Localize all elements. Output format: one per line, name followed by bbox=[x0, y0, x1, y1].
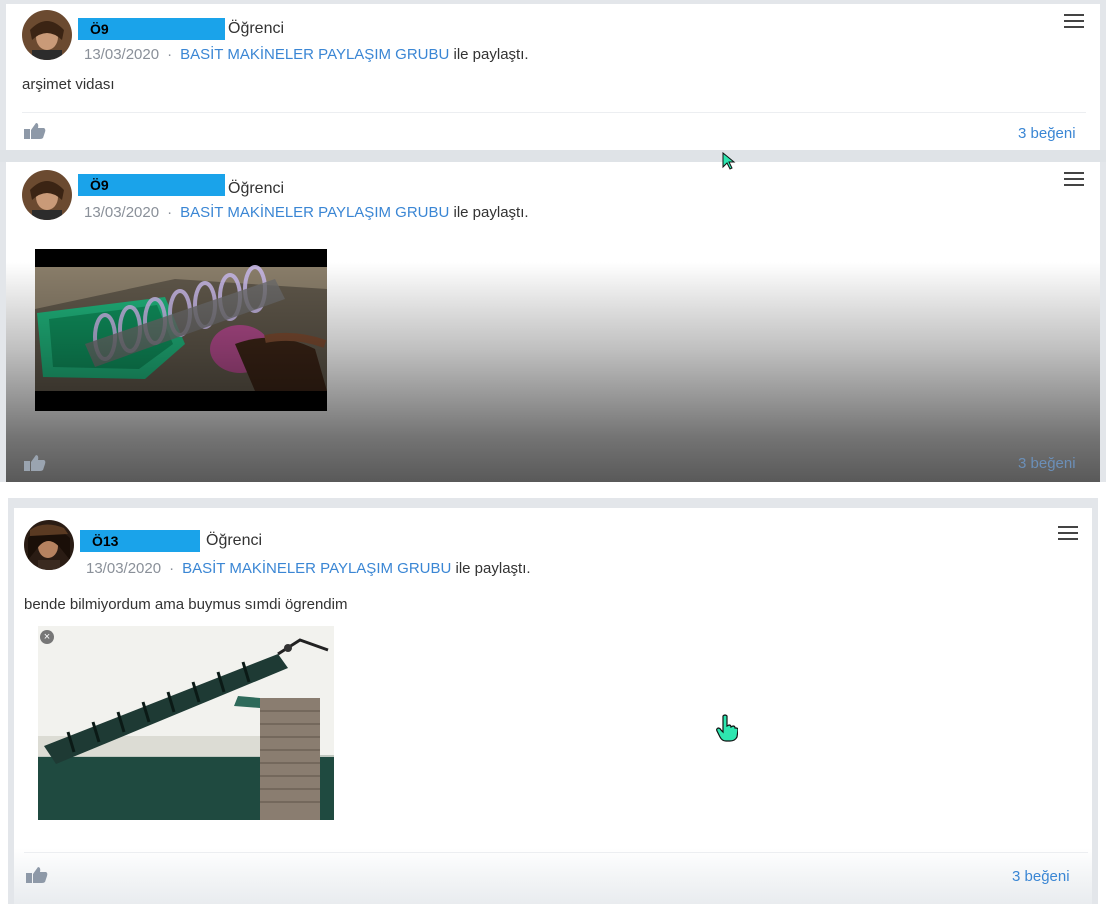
hand-pointer-icon bbox=[716, 714, 739, 747]
group-link[interactable]: BASİT MAKİNELER PAYLAŞIM GRUBU bbox=[180, 46, 449, 63]
hamburger-menu-icon[interactable] bbox=[1064, 14, 1084, 28]
post-date: 13/03/2020 bbox=[84, 46, 160, 63]
post-date: 13/03/2020 bbox=[86, 560, 162, 577]
author-role: Öğrenci bbox=[206, 532, 263, 549]
likes-count[interactable]: 3 beğeni bbox=[1018, 125, 1076, 142]
thumbs-up-icon[interactable] bbox=[24, 122, 46, 140]
post-separator bbox=[0, 150, 1106, 162]
post-meta: 13/03/2020 · BASİT MAKİNELER PAYLAŞIM GRUB… bbox=[84, 204, 529, 221]
close-icon[interactable]: × bbox=[40, 630, 54, 644]
author-role: Öğrenci bbox=[228, 180, 285, 197]
likes-count[interactable]: 3 beğeni bbox=[1012, 868, 1070, 885]
post-text: arşimet vidası bbox=[22, 76, 115, 93]
post-date: 13/03/2020 bbox=[84, 204, 160, 221]
mouse-pointer-icon bbox=[722, 151, 736, 175]
post-card: Ö9 Öğrenci 13/03/2020 · BASİT MAKİNELER PA… bbox=[0, 4, 1106, 150]
author-name[interactable]: Ö13 bbox=[80, 530, 200, 552]
archimedes-screw-illustration[interactable] bbox=[38, 626, 334, 820]
author-name[interactable]: Ö9 bbox=[78, 174, 225, 196]
thumbs-up-icon[interactable] bbox=[24, 454, 46, 472]
meta-separator: · bbox=[167, 46, 173, 63]
section-gap bbox=[0, 482, 1106, 498]
thumbs-up-icon[interactable] bbox=[26, 866, 48, 884]
post-meta: 13/03/2020 · BASİT MAKİNELER PAYLAŞIM GRUB… bbox=[84, 46, 529, 63]
avatar[interactable] bbox=[24, 520, 74, 570]
share-action: ile paylaştı. bbox=[453, 46, 529, 63]
hamburger-menu-icon[interactable] bbox=[1058, 526, 1078, 540]
divider bbox=[22, 112, 1086, 113]
post-text: bende bilmiyordum ama buymus sımdi ögren… bbox=[24, 596, 348, 613]
footer-background bbox=[14, 848, 1092, 904]
avatar[interactable] bbox=[22, 170, 72, 220]
author-name[interactable]: Ö9 bbox=[78, 18, 225, 40]
author-role: Öğrenci bbox=[228, 20, 285, 37]
share-action: ile paylaştı. bbox=[453, 204, 529, 221]
meta-separator: · bbox=[167, 204, 173, 221]
hamburger-menu-icon[interactable] bbox=[1064, 172, 1084, 186]
group-link[interactable]: BASİT MAKİNELER PAYLAŞIM GRUBU bbox=[182, 560, 451, 577]
video-thumbnail[interactable] bbox=[35, 249, 327, 411]
post-meta: 13/03/2020 · BASİT MAKİNELER PAYLAŞIM GRUB… bbox=[86, 560, 531, 577]
post-card: Ö13 Öğrenci 13/03/2020 · BASİT MAKİNELER P… bbox=[8, 498, 1098, 904]
post-card: Ö9 Öğrenci 13/03/2020 · BASİT MAKİNELER PA… bbox=[0, 162, 1106, 482]
likes-count[interactable]: 3 beğeni bbox=[1018, 455, 1076, 472]
share-action: ile paylaştı. bbox=[455, 560, 531, 577]
meta-separator: · bbox=[169, 560, 175, 577]
avatar[interactable] bbox=[22, 10, 72, 60]
divider bbox=[24, 852, 1088, 853]
group-link[interactable]: BASİT MAKİNELER PAYLAŞIM GRUBU bbox=[180, 204, 449, 221]
